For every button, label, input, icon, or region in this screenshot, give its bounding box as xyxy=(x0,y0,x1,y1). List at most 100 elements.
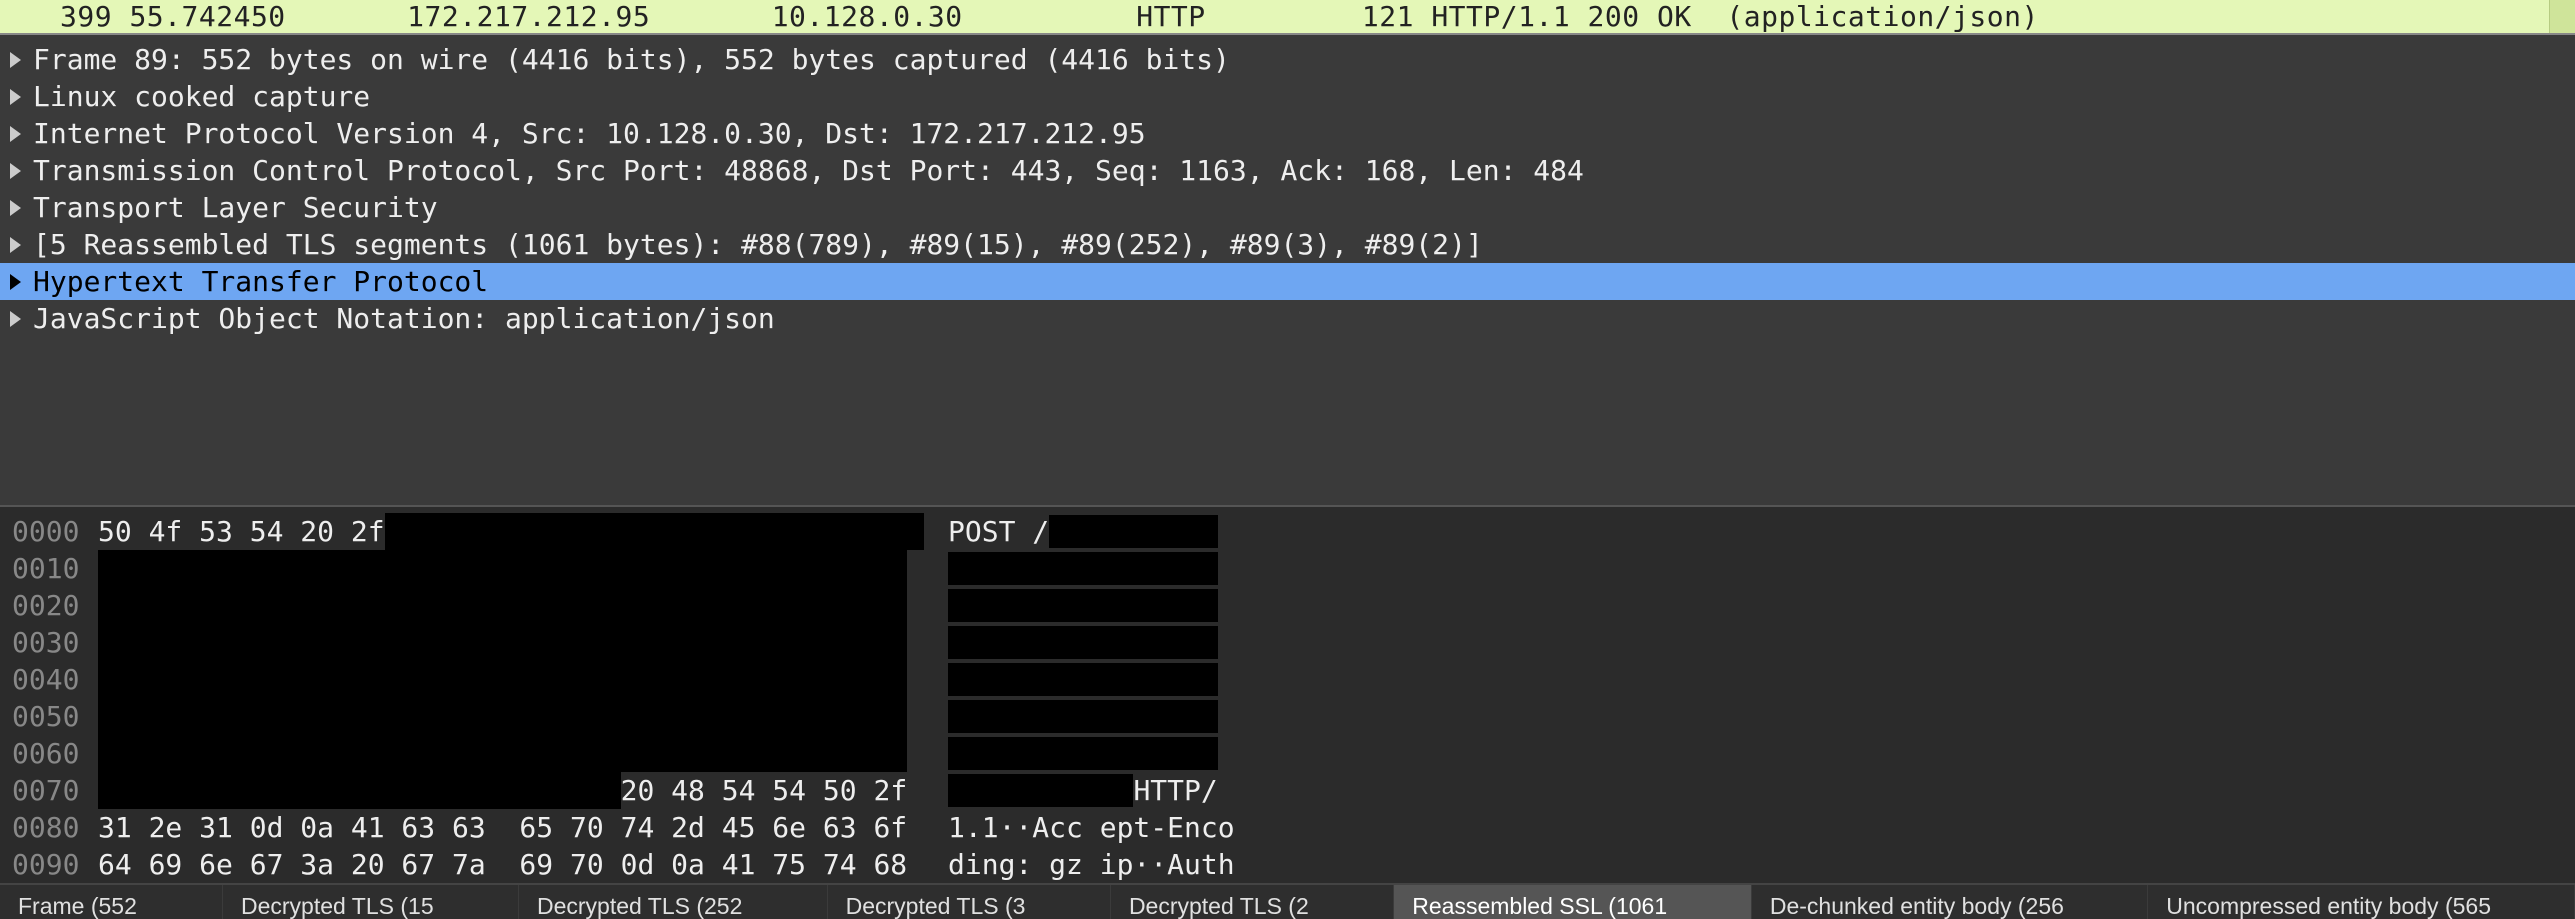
redacted-block: xxxxxxxxxxxxxxxx xyxy=(948,663,1218,696)
expand-triangle-icon[interactable] xyxy=(10,163,21,179)
tree-item[interactable]: Linux cooked capture xyxy=(0,78,2575,115)
packet-list-scrollbar[interactable] xyxy=(2549,0,2575,35)
byte-hex: xx xx xx xx xx xx xx xx xx xx xx xx xx x… xyxy=(98,624,918,661)
col-time: 55.742450 xyxy=(129,0,285,33)
col-spacer xyxy=(650,0,772,33)
byte-hex: xx xx xx xx xx xx xx xx xx xx 20 48 54 5… xyxy=(98,772,918,809)
redacted-block: xxxxxxxxxxxxxxxx xyxy=(948,700,1218,733)
byte-ascii: xxxxxxxxxxxxxxxx xyxy=(948,735,1218,772)
tree-item[interactable]: Transmission Control Protocol, Src Port:… xyxy=(0,152,2575,189)
expand-triangle-icon[interactable] xyxy=(10,126,21,142)
byte-row[interactable]: 000050 4f 53 54 20 2f xx xx xx xx xx xx … xyxy=(12,513,2575,550)
byte-hex: xx xx xx xx xx xx xx xx xx xx xx xx xx x… xyxy=(98,661,918,698)
byte-row[interactable]: 008031 2e 31 0d 0a 41 63 63 65 70 74 2d … xyxy=(12,809,2575,846)
byte-row[interactable]: 0040xx xx xx xx xx xx xx xx xx xx xx xx … xyxy=(12,661,2575,698)
tree-item[interactable]: [5 Reassembled TLS segments (1061 bytes)… xyxy=(0,226,2575,263)
byte-row[interactable]: 0030xx xx xx xx xx xx xx xx xx xx xx xx … xyxy=(12,624,2575,661)
byte-ascii: POST /xxxxxxxxxx xyxy=(948,513,1218,550)
tree-item[interactable]: Hypertext Transfer Protocol xyxy=(0,263,2575,300)
redacted-block: xx xx xx xx xx xx xx xx xx xx xx xx xx x… xyxy=(98,624,907,661)
byte-ascii: 1.1··Acc ept-Enco xyxy=(948,809,1235,846)
expand-triangle-icon[interactable] xyxy=(10,311,21,327)
byte-row[interactable]: 0020xx xx xx xx xx xx xx xx xx xx xx xx … xyxy=(12,587,2575,624)
col-spacer xyxy=(1414,0,1431,33)
byte-hex: xx xx xx xx xx xx xx xx xx xx xx xx xx x… xyxy=(98,735,918,772)
byte-hex: 31 2e 31 0d 0a 41 63 63 65 70 74 2d 45 6… xyxy=(98,809,918,846)
col-no: 399 xyxy=(60,0,112,33)
expand-triangle-icon[interactable] xyxy=(10,237,21,253)
redacted-block: xxxxxxxxxxxxxxxx xyxy=(948,737,1218,770)
byte-ascii: ding: gz ip··Auth xyxy=(948,846,1235,883)
byte-ascii: xxxxxxxxxxxxxxxx xyxy=(948,661,1218,698)
byte-hex: 64 69 6e 67 3a 20 67 7a 69 70 0d 0a 41 7… xyxy=(98,846,918,883)
redacted-block: xx xx xx xx xx xx xx xx xx xx xx xx xx x… xyxy=(98,661,907,698)
byte-hex: xx xx xx xx xx xx xx xx xx xx xx xx xx x… xyxy=(98,587,918,624)
byte-offset: 0050 xyxy=(12,698,98,735)
byte-row[interactable]: 0050xx xx xx xx xx xx xx xx xx xx xx xx … xyxy=(12,698,2575,735)
redacted-block: xxxxxxxxxxx xyxy=(948,774,1133,807)
redacted-block: xx xx xx xx xx xx xx xx xx xx xx xx xx x… xyxy=(98,698,907,735)
expand-triangle-icon[interactable] xyxy=(10,274,21,290)
byte-offset: 0070 xyxy=(12,772,98,809)
byte-ascii: xxxxxxxxxxxxxxxx xyxy=(948,587,1218,624)
col-spacer xyxy=(286,0,408,33)
byte-ascii: xxxxxxxxxxxHTTP/ xyxy=(948,772,1218,809)
redacted-block: xxxxxxxxxxxxxxxx xyxy=(948,552,1218,585)
redacted-block: xx xx xx xx xx xx xx xx xx xx xyxy=(98,772,621,809)
byte-offset: 0040 xyxy=(12,661,98,698)
tree-item[interactable]: JavaScript Object Notation: application/… xyxy=(0,300,2575,337)
redacted-block: xx xx xx xx xx xx xx xx xx xx xx xx xx x… xyxy=(98,550,907,587)
packet-bytes-pane[interactable]: 000050 4f 53 54 20 2f xx xx xx xx xx xx … xyxy=(0,505,2575,883)
col-length: 121 xyxy=(1362,0,1414,33)
expand-triangle-icon[interactable] xyxy=(10,89,21,105)
bytes-tab[interactable]: Uncompressed entity body (565 bytes) xyxy=(2148,885,2575,919)
byte-offset: 0090 xyxy=(12,846,98,883)
tree-item-label: JavaScript Object Notation: application/… xyxy=(33,300,775,337)
bytes-tab[interactable]: Decrypted TLS (2 bytes) xyxy=(1111,885,1394,919)
byte-hex: xx xx xx xx xx xx xx xx xx xx xx xx xx x… xyxy=(98,698,918,735)
expand-triangle-icon[interactable] xyxy=(10,52,21,68)
byte-offset: 0060 xyxy=(12,735,98,772)
bytes-tab[interactable]: Decrypted TLS (15 bytes) xyxy=(223,885,519,919)
byte-row[interactable]: 009064 69 6e 67 3a 20 67 7a 69 70 0d 0a … xyxy=(12,846,2575,883)
byte-offset: 0030 xyxy=(12,624,98,661)
tree-item-label: Frame 89: 552 bytes on wire (4416 bits),… xyxy=(33,41,1230,78)
col-spacer xyxy=(1206,0,1362,33)
packet-list-row[interactable]: 399 55.742450 172.217.212.95 10.128.0.30… xyxy=(0,0,2575,35)
bytes-tabs-bar: Frame (552 bytes)Decrypted TLS (15 bytes… xyxy=(0,883,2575,919)
expand-triangle-icon[interactable] xyxy=(10,200,21,216)
tree-item[interactable]: Frame 89: 552 bytes on wire (4416 bits),… xyxy=(0,41,2575,78)
byte-offset: 0010 xyxy=(12,550,98,587)
tree-item-label: Internet Protocol Version 4, Src: 10.128… xyxy=(33,115,1146,152)
byte-row[interactable]: 0070xx xx xx xx xx xx xx xx xx xx 20 48 … xyxy=(12,772,2575,809)
redacted-block: xx xx xx xx xx xx xx xx xx xx xx xx xx x… xyxy=(98,587,907,624)
byte-row[interactable]: 0060xx xx xx xx xx xx xx xx xx xx xx xx … xyxy=(12,735,2575,772)
tree-item-label: [5 Reassembled TLS segments (1061 bytes)… xyxy=(33,226,1483,263)
byte-offset: 0080 xyxy=(12,809,98,846)
tree-item[interactable]: Internet Protocol Version 4, Src: 10.128… xyxy=(0,115,2575,152)
redacted-block: xxxxxxxxxxxxxxxx xyxy=(948,626,1218,659)
byte-offset: 0000 xyxy=(12,513,98,550)
byte-offset: 0020 xyxy=(12,587,98,624)
col-source: 172.217.212.95 xyxy=(407,0,650,33)
bytes-tab[interactable]: Decrypted TLS (3 bytes) xyxy=(828,885,1111,919)
byte-row[interactable]: 0010xx xx xx xx xx xx xx xx xx xx xx xx … xyxy=(12,550,2575,587)
bytes-tab[interactable]: Frame (552 bytes) xyxy=(0,885,223,919)
byte-hex: xx xx xx xx xx xx xx xx xx xx xx xx xx x… xyxy=(98,550,918,587)
redacted-block: xx xx xx xx xx xx xx xx xx xx xx xx xx x… xyxy=(98,735,907,772)
col-spacer xyxy=(963,0,1137,33)
redacted-block: xxxxxxxxxxxxxxxx xyxy=(948,589,1218,622)
bytes-tab[interactable]: Reassembled SSL (1061 bytes) xyxy=(1394,885,1752,919)
bytes-tab[interactable]: De-chunked entity body (256 bytes) xyxy=(1752,885,2148,919)
packet-details-pane[interactable]: Frame 89: 552 bytes on wire (4416 bits),… xyxy=(0,35,2575,505)
byte-ascii: xxxxxxxxxxxxxxxx xyxy=(948,550,1218,587)
col-destination: 10.128.0.30 xyxy=(772,0,963,33)
tree-item[interactable]: Transport Layer Security xyxy=(0,189,2575,226)
byte-ascii: xxxxxxxxxxxxxxxx xyxy=(948,624,1218,661)
redacted-block: xx xx xx xx xx xx xx xx xx xx xyxy=(385,513,924,550)
col-spacer xyxy=(112,0,129,33)
bytes-tab[interactable]: Decrypted TLS (252 bytes) xyxy=(519,885,828,919)
tree-item-label: Hypertext Transfer Protocol xyxy=(33,263,488,300)
byte-hex: 50 4f 53 54 20 2f xx xx xx xx xx xx xx x… xyxy=(98,513,918,550)
col-protocol: HTTP xyxy=(1136,0,1205,33)
